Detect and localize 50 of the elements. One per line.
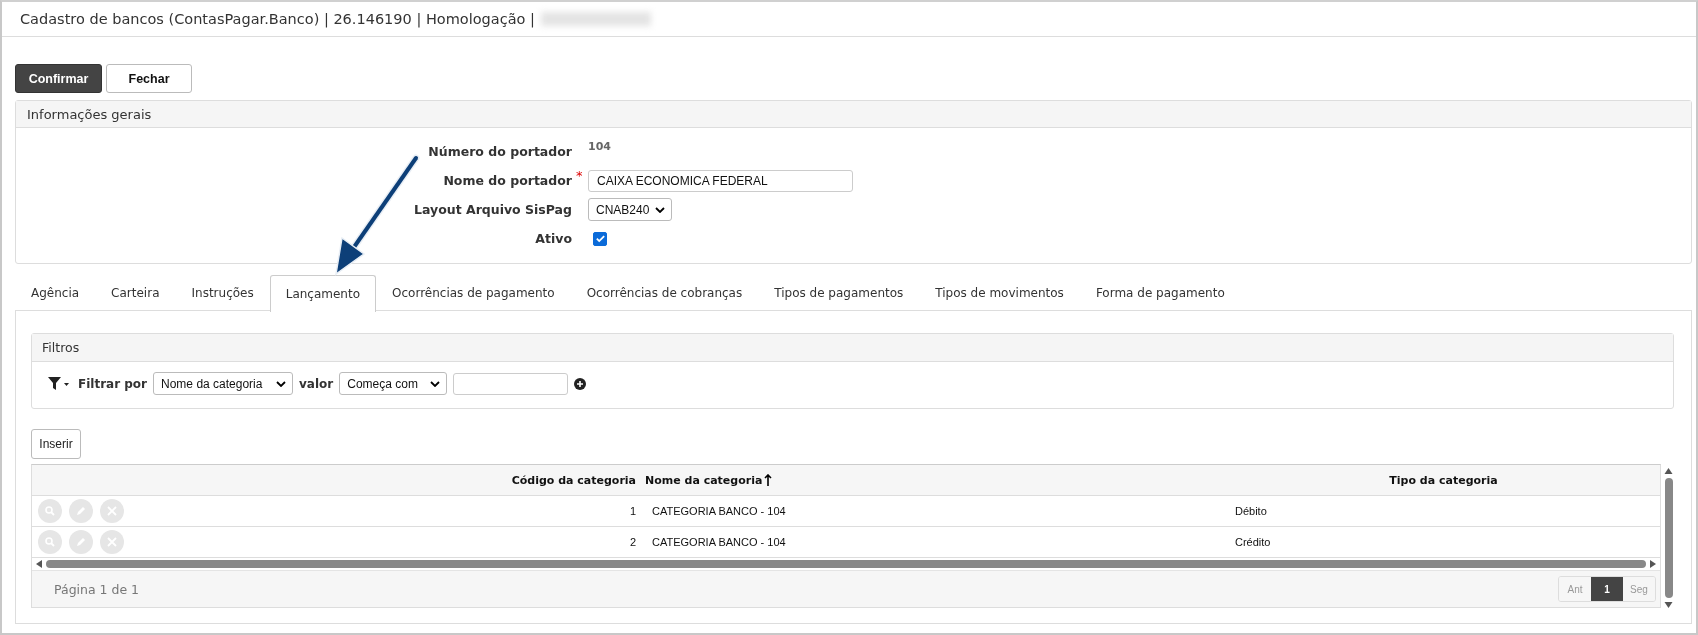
layout-select[interactable]: CNAB240 xyxy=(588,198,673,221)
required-mark: * xyxy=(576,168,583,183)
field-value: 104 xyxy=(588,140,611,153)
confirm-button[interactable]: Confirmar xyxy=(15,64,102,93)
sort-arrow-icon[interactable] xyxy=(764,474,773,486)
scroll-down-icon[interactable] xyxy=(1664,602,1673,608)
filter-label: Filtrar por xyxy=(78,376,148,391)
table-cell: CATEGORIA BANCO - 104 xyxy=(652,536,786,548)
field-select[interactable]: Nome da categoria xyxy=(153,372,294,395)
scroll-left-icon[interactable] xyxy=(36,560,42,568)
field-label: Layout Arquivo SisPag xyxy=(413,201,572,219)
tab[interactable]: Lançamento xyxy=(269,275,377,312)
panel-title: Informações gerais xyxy=(27,106,152,122)
tab[interactable]: Agência xyxy=(15,274,96,310)
tab[interactable]: Instruções xyxy=(175,274,270,310)
table-cell: 1 xyxy=(629,505,636,517)
input-field[interactable]: CAIXA ECONOMICA FEDERAL xyxy=(588,169,853,192)
table-cell: Débito xyxy=(1235,505,1267,517)
field-label: Nome do portador xyxy=(442,172,572,190)
panel-title: Filtros xyxy=(42,340,80,355)
caret-icon xyxy=(430,380,441,387)
tab[interactable]: Forma de pagamento xyxy=(1079,274,1241,310)
field-label: Número do portador xyxy=(427,143,572,161)
tab[interactable]: Tipos de movimentos xyxy=(919,274,1080,310)
page-summary: Página 1 de 1 xyxy=(54,581,140,597)
window-title: Cadastro de bancos (ContasPagar.Banco) | 26.146190 | Homologação | xyxy=(20,11,535,27)
column-header[interactable]: Nome da categoria xyxy=(645,473,773,487)
tab[interactable]: Tipos de pagamentos xyxy=(758,274,920,310)
tab[interactable]: Ocorrências de cobranças xyxy=(570,274,759,310)
table-cell: CATEGORIA BANCO - 104 xyxy=(652,505,786,517)
filter-value-field[interactable] xyxy=(453,372,569,395)
operator-select[interactable]: Começa com xyxy=(339,372,448,395)
insert-button[interactable]: Inserir xyxy=(31,429,81,459)
table-cell: 2 xyxy=(629,536,636,548)
filter-icon[interactable] xyxy=(48,376,70,391)
caret-icon xyxy=(276,380,287,387)
tab[interactable]: Carteira xyxy=(95,274,176,310)
caret-icon xyxy=(655,206,666,213)
tab[interactable]: Ocorrências de pagamento xyxy=(376,274,571,310)
field-label: Ativo xyxy=(534,230,572,248)
column-header[interactable]: Tipo da categoria xyxy=(1389,473,1498,487)
page-button[interactable]: 1 xyxy=(1591,577,1623,601)
scroll-right-icon[interactable] xyxy=(1650,560,1656,568)
value-label: valor xyxy=(299,376,334,391)
add-icon[interactable] xyxy=(574,377,587,390)
scroll-up-icon[interactable] xyxy=(1664,468,1673,474)
close-button[interactable]: Fechar xyxy=(106,64,192,93)
table-cell: Crédito xyxy=(1235,536,1271,548)
active-checkbox[interactable] xyxy=(593,231,607,246)
column-header[interactable]: Código da categoria xyxy=(511,473,636,487)
